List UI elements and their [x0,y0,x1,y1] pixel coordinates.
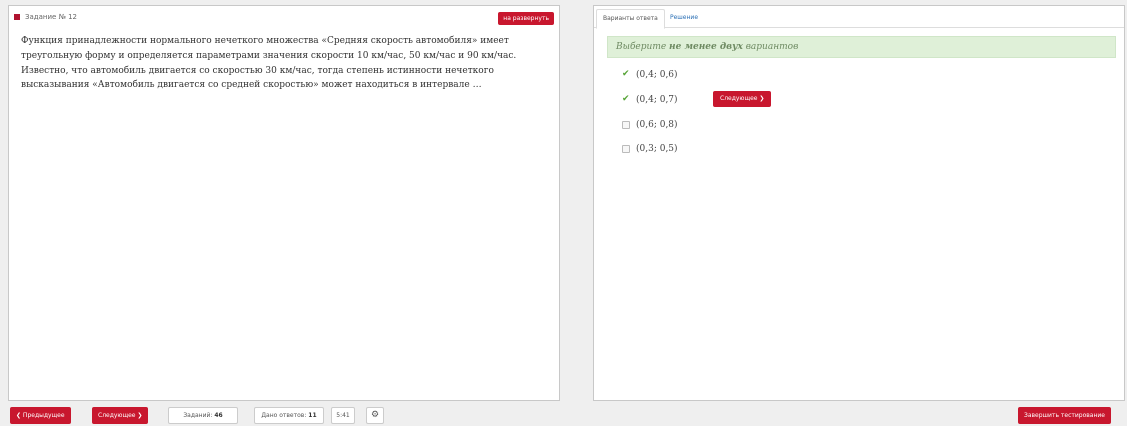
timer: 5:41 [331,407,355,424]
answer-tabs: Варианты ответа Решение [594,6,1124,29]
hint-prefix: Выберите [616,42,670,52]
task-header: Задание № 12 на развернуть [14,11,554,25]
checkmark-icon[interactable]: ✔ [622,70,631,79]
tab-solution[interactable]: Решение [664,9,704,29]
option-label: (0,4; 0,6) [636,70,678,80]
hint-bar: Выберите не менее двух вариантов [607,36,1116,58]
hint-suffix: вариантов [742,42,799,52]
tab-answer-options[interactable]: Варианты ответа [596,9,665,29]
answer-panel: Варианты ответа Решение [593,5,1125,401]
expand-button[interactable]: на развернуть [498,12,554,25]
checkbox-icon[interactable] [622,145,630,153]
option-label: (0,4; 0,7) [636,95,678,105]
tasks-count: Заданий: 46 [168,407,238,424]
finish-test-button[interactable]: Завершить тестирование [1018,407,1111,424]
task-marker-icon [14,14,20,20]
prev-button[interactable]: ❮ Предыдущее [10,407,71,424]
option-label: (0,3; 0,5) [636,144,678,154]
next-inline-button[interactable]: Следующее ❯ [713,91,772,107]
settings-icon[interactable]: ⚙ [366,407,384,424]
task-title: Задание № 12 [25,13,77,21]
hint-emphasis: не менее двух [669,42,743,52]
answers-label: Дано ответов: [261,412,307,419]
question-panel: Задание № 12 на развернуть Функция прина… [8,5,560,401]
checkmark-icon[interactable]: ✔ [622,95,631,104]
checkbox-icon[interactable] [622,121,630,129]
tasks-value: 46 [214,412,223,419]
answers-count: Дано ответов: 11 [254,407,324,424]
answers-value: 11 [308,412,317,419]
option-label: (0,6; 0,8) [636,120,678,130]
question-text: Функция принадлежности нормального нечет… [21,36,517,91]
tasks-label: Заданий: [183,412,213,419]
next-button[interactable]: Следующее ❯ [92,407,149,424]
